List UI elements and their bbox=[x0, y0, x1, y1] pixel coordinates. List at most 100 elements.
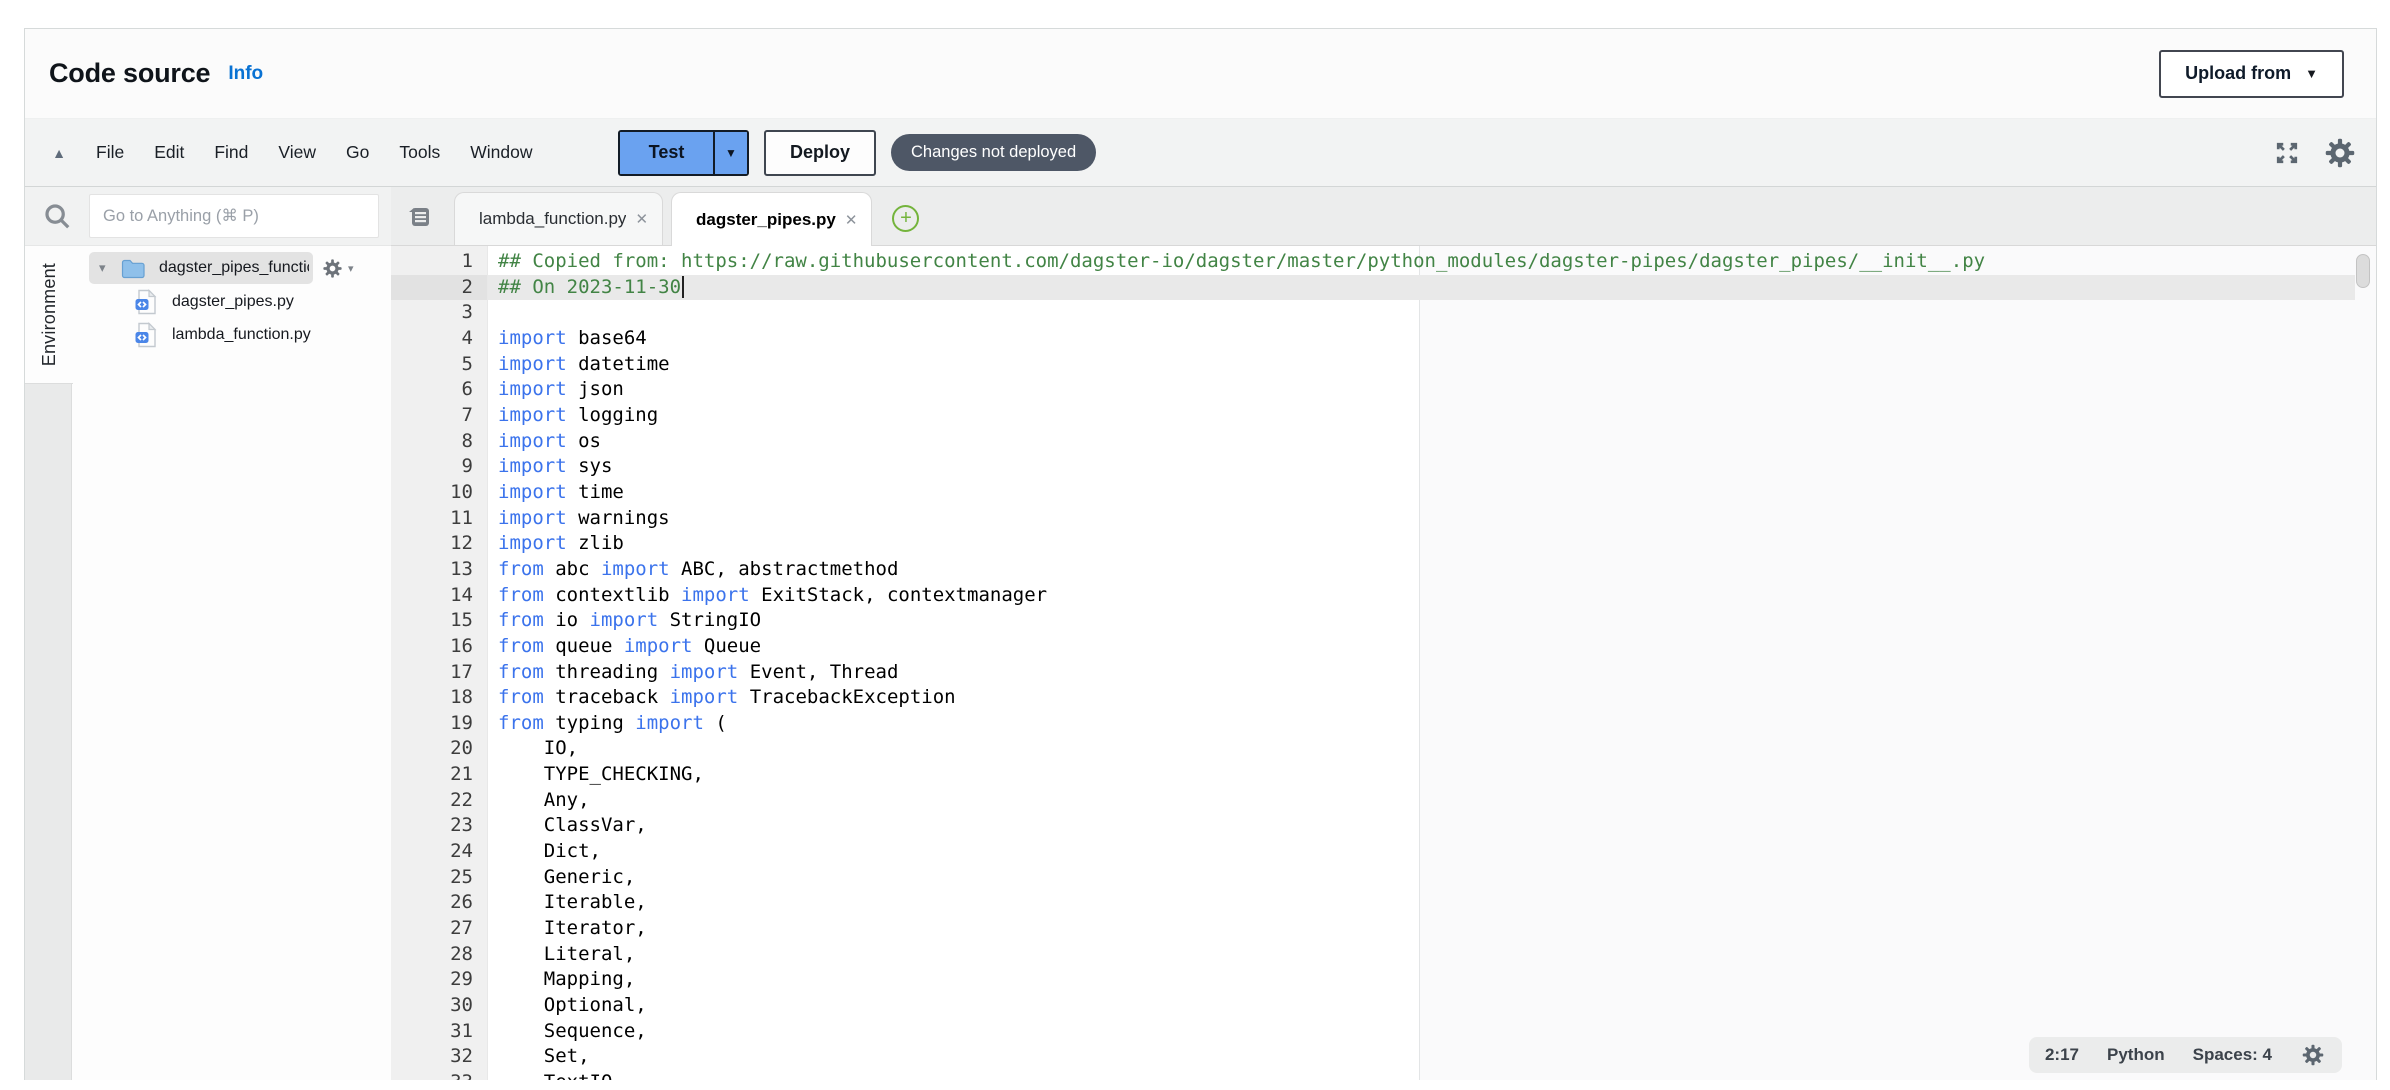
code-line-29[interactable]: Mapping, bbox=[488, 967, 2355, 993]
line-number: 4 bbox=[391, 326, 487, 352]
code-line-9[interactable]: import sys bbox=[488, 454, 2355, 480]
code-line-14[interactable]: from contextlib import ExitStack, contex… bbox=[488, 583, 2355, 609]
code-line-28[interactable]: Literal, bbox=[488, 942, 2355, 968]
token-comment: ## On 2023-11-30 bbox=[498, 276, 681, 298]
line-number: 1 bbox=[391, 249, 487, 275]
lambda-console-page: { "header": { "title": "Code source", "i… bbox=[0, 0, 2390, 1090]
token-text: TextIO bbox=[498, 1071, 612, 1080]
page-title: Code source bbox=[49, 58, 210, 89]
code-line-19[interactable]: from typing import ( bbox=[488, 711, 2355, 737]
code-line-15[interactable]: from io import StringIO bbox=[488, 608, 2355, 634]
token-keyword: from bbox=[498, 661, 544, 683]
changes-status-badge: Changes not deployed bbox=[891, 134, 1096, 171]
token-text: ExitStack, contextmanager bbox=[750, 584, 1047, 606]
tab-lambda_function-py[interactable]: lambda_function.py✕ bbox=[454, 192, 663, 245]
folder-caret-icon[interactable]: ▾ bbox=[99, 260, 115, 276]
token-keyword: import bbox=[498, 353, 567, 375]
token-text: Optional, bbox=[498, 994, 647, 1016]
token-keyword: import bbox=[498, 378, 567, 400]
test-split-button[interactable]: Test ▼ bbox=[618, 130, 749, 176]
code-line-23[interactable]: ClassVar, bbox=[488, 813, 2355, 839]
language-mode-button[interactable]: Python bbox=[2107, 1045, 2165, 1065]
info-link[interactable]: Info bbox=[228, 63, 263, 85]
code-line-6[interactable]: import json bbox=[488, 377, 2355, 403]
code-line-5[interactable]: import datetime bbox=[488, 352, 2355, 378]
close-tab-icon[interactable]: ✕ bbox=[635, 210, 648, 228]
code-line-8[interactable]: import os bbox=[488, 429, 2355, 455]
environment-tab[interactable]: Environment bbox=[25, 246, 73, 384]
menubar-actions: Test ▼ Deploy Changes not deployed bbox=[618, 119, 1096, 186]
code-line-27[interactable]: Iterator, bbox=[488, 916, 2355, 942]
test-dropdown-icon[interactable]: ▼ bbox=[713, 132, 747, 174]
code-line-25[interactable]: Generic, bbox=[488, 865, 2355, 891]
menu-file[interactable]: File bbox=[81, 142, 139, 163]
code-line-1[interactable]: ## Copied from: https://raw.githubuserco… bbox=[488, 249, 2355, 275]
code-editor[interactable]: 1234567891011121314151617181920212223242… bbox=[391, 246, 2376, 1080]
code-line-26[interactable]: Iterable, bbox=[488, 890, 2355, 916]
test-button[interactable]: Test bbox=[620, 132, 713, 174]
token-keyword: from bbox=[498, 584, 544, 606]
open-tabs: lambda_function.py✕dagster_pipes.py✕ bbox=[406, 192, 880, 245]
tree-file-lambda_function-py[interactable]: lambda_function.py bbox=[72, 318, 391, 351]
code-line-20[interactable]: IO, bbox=[488, 736, 2355, 762]
menu-find[interactable]: Find bbox=[199, 142, 263, 163]
code-line-13[interactable]: from abc import ABC, abstractmethod bbox=[488, 557, 2355, 583]
token-text: ( bbox=[704, 712, 727, 734]
code-line-18[interactable]: from traceback import TracebackException bbox=[488, 685, 2355, 711]
editor-status-bar: 2:17 Python Spaces: 4 bbox=[2029, 1037, 2342, 1073]
code-line-16[interactable]: from queue import Queue bbox=[488, 634, 2355, 660]
fullscreen-icon[interactable] bbox=[2272, 138, 2302, 168]
vertical-scrollbar[interactable] bbox=[2356, 254, 2370, 288]
menu-tools[interactable]: Tools bbox=[384, 142, 455, 163]
menu-window[interactable]: Window bbox=[455, 142, 547, 163]
close-tab-icon[interactable]: ✕ bbox=[845, 211, 858, 229]
menu-go[interactable]: Go bbox=[331, 142, 384, 163]
add-tab-button[interactable]: + bbox=[892, 205, 919, 232]
code-line-12[interactable]: import zlib bbox=[488, 531, 2355, 557]
code-line-24[interactable]: Dict, bbox=[488, 839, 2355, 865]
token-keyword: import bbox=[635, 712, 704, 734]
token-keyword: from bbox=[498, 635, 544, 657]
token-text: time bbox=[567, 481, 624, 503]
python-file-icon bbox=[135, 322, 157, 348]
cursor-position-button[interactable]: 2:17 bbox=[2045, 1045, 2079, 1065]
goto-anything-input[interactable] bbox=[89, 194, 379, 238]
menu-edit[interactable]: Edit bbox=[139, 142, 199, 163]
statusbar-gear-icon[interactable] bbox=[2300, 1042, 2326, 1068]
tab-dagster_pipes-py[interactable]: dagster_pipes.py✕ bbox=[671, 192, 872, 246]
token-text: Mapping, bbox=[498, 968, 635, 990]
tree-file-dagster_pipes-py[interactable]: dagster_pipes.py bbox=[72, 285, 391, 318]
token-text: json bbox=[567, 378, 624, 400]
code-line-21[interactable]: TYPE_CHECKING, bbox=[488, 762, 2355, 788]
upload-from-button[interactable]: Upload from ▼ bbox=[2159, 50, 2344, 98]
token-text: ClassVar, bbox=[498, 814, 647, 836]
tree-folder-label: dagster_pipes_function bbox=[159, 259, 309, 277]
code-line-11[interactable]: import warnings bbox=[488, 506, 2355, 532]
file-tree: ▾ dagster_pipes_function bbox=[72, 246, 391, 1080]
code-lines[interactable]: ## Copied from: https://raw.githubuserco… bbox=[488, 249, 2355, 1080]
code-line-22[interactable]: Any, bbox=[488, 788, 2355, 814]
chevron-down-icon: ▼ bbox=[2305, 66, 2318, 81]
line-number: 17 bbox=[391, 660, 487, 686]
line-number: 6 bbox=[391, 377, 487, 403]
code-line-30[interactable]: Optional, bbox=[488, 993, 2355, 1019]
code-line-3[interactable] bbox=[488, 300, 2355, 326]
code-line-17[interactable]: from threading import Event, Thread bbox=[488, 660, 2355, 686]
deploy-button[interactable]: Deploy bbox=[764, 130, 876, 176]
line-number: 29 bbox=[391, 967, 487, 993]
code-line-10[interactable]: import time bbox=[488, 480, 2355, 506]
code-line-2[interactable]: ## On 2023-11-30 bbox=[488, 275, 2355, 301]
token-text: Any, bbox=[498, 789, 590, 811]
collapse-panel-icon[interactable]: ▲ bbox=[37, 145, 81, 161]
menubar-icons bbox=[2272, 119, 2358, 186]
indentation-button[interactable]: Spaces: 4 bbox=[2193, 1045, 2272, 1065]
tab-list-icon[interactable] bbox=[406, 204, 432, 230]
token-keyword: import bbox=[498, 532, 567, 554]
goto-anything-bar bbox=[25, 187, 391, 246]
code-line-7[interactable]: import logging bbox=[488, 403, 2355, 429]
tree-folder-row[interactable]: ▾ dagster_pipes_function bbox=[72, 251, 391, 285]
settings-gear-icon[interactable] bbox=[2322, 135, 2358, 171]
code-line-4[interactable]: import base64 bbox=[488, 326, 2355, 352]
menu-view[interactable]: View bbox=[263, 142, 331, 163]
tree-settings-button[interactable]: ▾ bbox=[321, 257, 354, 280]
